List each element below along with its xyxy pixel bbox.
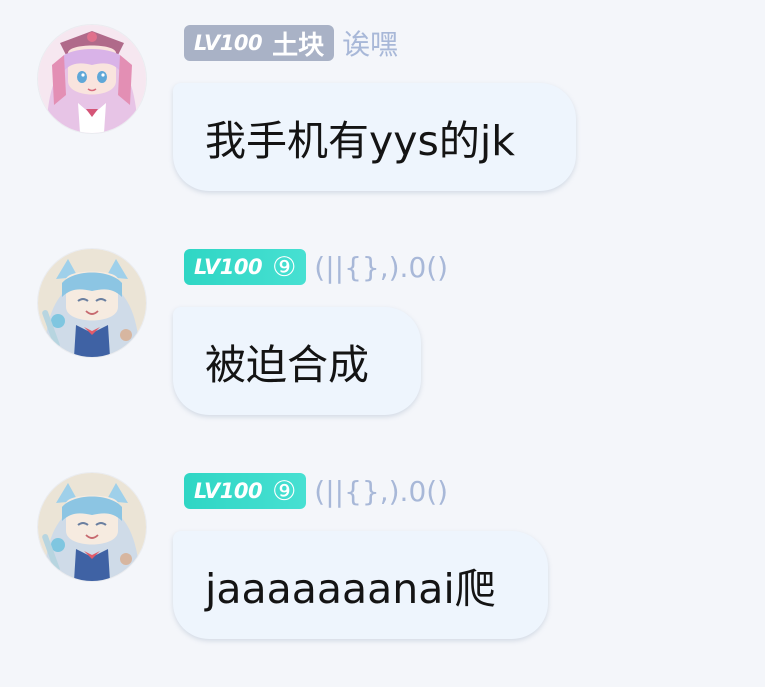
member-title: 土块 xyxy=(272,30,325,61)
member-title: ⑨ xyxy=(272,475,297,507)
sender-nickname[interactable]: 诶嘿 xyxy=(342,23,398,63)
level-badge[interactable]: LV100 ⑨ xyxy=(184,249,307,285)
chat-message: LV100 土块 诶嘿 我手机有yys的jk xyxy=(0,25,765,225)
user-avatar[interactable] xyxy=(38,473,146,581)
message-bubble[interactable]: 被迫合成 xyxy=(173,307,421,415)
user-avatar[interactable] xyxy=(38,25,146,133)
user-avatar[interactable] xyxy=(38,249,146,357)
pink-haired-anime-girl-avatar-icon xyxy=(38,25,146,133)
message-text: 我手机有yys的jk xyxy=(205,117,516,165)
chat-message: LV100 ⑨ (||{},).0() jaaaaaaanai爬 xyxy=(0,473,765,673)
message-header: LV100 ⑨ (||{},).0() xyxy=(184,249,448,285)
blue-haired-anime-fairy-avatar-icon xyxy=(38,249,146,357)
level-label: LV100 xyxy=(194,31,263,55)
sender-nickname[interactable]: (||{},).0() xyxy=(314,475,448,508)
level-label: LV100 xyxy=(194,255,263,279)
level-badge[interactable]: LV100 ⑨ xyxy=(184,473,307,509)
message-header: LV100 ⑨ (||{},).0() xyxy=(184,473,448,509)
message-text: jaaaaaaanai爬 xyxy=(205,565,496,613)
level-badge[interactable]: LV100 土块 xyxy=(184,25,335,61)
message-header: LV100 土块 诶嘿 xyxy=(184,25,398,61)
message-bubble[interactable]: 我手机有yys的jk xyxy=(173,83,576,191)
message-bubble[interactable]: jaaaaaaanai爬 xyxy=(173,531,548,639)
message-text: 被迫合成 xyxy=(205,341,369,389)
blue-haired-anime-fairy-avatar-icon xyxy=(38,473,146,581)
sender-nickname[interactable]: (||{},).0() xyxy=(314,251,448,284)
level-label: LV100 xyxy=(194,479,263,503)
member-title: ⑨ xyxy=(272,251,297,283)
chat-message: LV100 ⑨ (||{},).0() 被迫合成 xyxy=(0,249,765,449)
